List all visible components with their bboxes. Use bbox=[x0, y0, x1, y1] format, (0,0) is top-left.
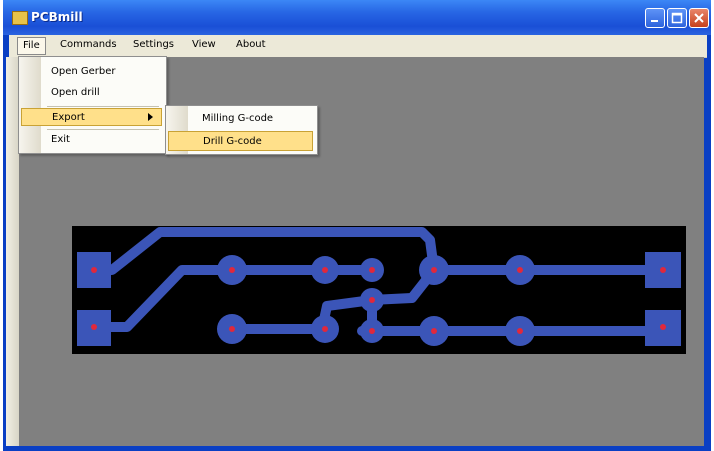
drill-point bbox=[91, 267, 97, 273]
drill-point bbox=[517, 267, 523, 273]
drill-point bbox=[369, 267, 375, 273]
menu-item-label: Open drill bbox=[51, 87, 100, 98]
menu-settings[interactable]: Settings bbox=[133, 39, 174, 50]
drill-point bbox=[369, 297, 375, 303]
drill-point bbox=[660, 267, 666, 273]
maximize-icon bbox=[671, 12, 683, 24]
minimize-icon bbox=[651, 20, 658, 22]
menu-separator bbox=[47, 129, 159, 130]
drill-point bbox=[229, 326, 235, 332]
drill-point bbox=[517, 328, 523, 334]
submenu-arrow-icon bbox=[148, 113, 153, 121]
menu-item-export[interactable]: Export bbox=[21, 108, 162, 126]
window-title: PCBmill bbox=[31, 10, 83, 24]
menu-item-label: Exit bbox=[51, 134, 70, 145]
menu-item-milling-gcode[interactable]: Milling G-code bbox=[168, 109, 313, 129]
menu-item-label: Drill G-code bbox=[203, 136, 262, 147]
export-submenu: Milling G-code Drill G-code bbox=[165, 105, 318, 155]
drill-point bbox=[229, 267, 235, 273]
drill-point bbox=[322, 267, 328, 273]
drill-point bbox=[91, 324, 97, 330]
drill-point bbox=[660, 324, 666, 330]
menu-view[interactable]: View bbox=[192, 39, 216, 50]
menu-separator bbox=[47, 106, 159, 107]
menu-item-label: Export bbox=[52, 112, 85, 123]
menu-item-open-drill[interactable]: Open drill bbox=[21, 84, 162, 102]
drill-point bbox=[431, 328, 437, 334]
close-icon bbox=[694, 13, 704, 23]
app-icon bbox=[12, 11, 28, 25]
menu-bar: File Commands Settings View About bbox=[9, 35, 707, 58]
maximize-button[interactable] bbox=[667, 8, 687, 28]
file-menu-dropdown: Open Gerber Open drill Export Exit bbox=[18, 56, 167, 154]
close-button[interactable] bbox=[689, 8, 709, 28]
menu-item-open-gerber[interactable]: Open Gerber bbox=[21, 63, 162, 81]
menu-item-exit[interactable]: Exit bbox=[21, 131, 162, 149]
menu-file[interactable]: File bbox=[17, 37, 46, 55]
menu-item-label: Open Gerber bbox=[51, 66, 116, 77]
drill-point bbox=[431, 267, 437, 273]
menu-about[interactable]: About bbox=[236, 39, 266, 50]
title-bar[interactable]: PCBmill bbox=[3, 0, 711, 35]
menu-item-label: Milling G-code bbox=[202, 113, 274, 124]
menu-commands[interactable]: Commands bbox=[60, 39, 117, 50]
drill-point bbox=[322, 326, 328, 332]
minimize-button[interactable] bbox=[645, 8, 665, 28]
drill-point bbox=[369, 328, 375, 334]
menu-item-drill-gcode[interactable]: Drill G-code bbox=[168, 131, 313, 151]
pcb-preview bbox=[72, 226, 686, 354]
